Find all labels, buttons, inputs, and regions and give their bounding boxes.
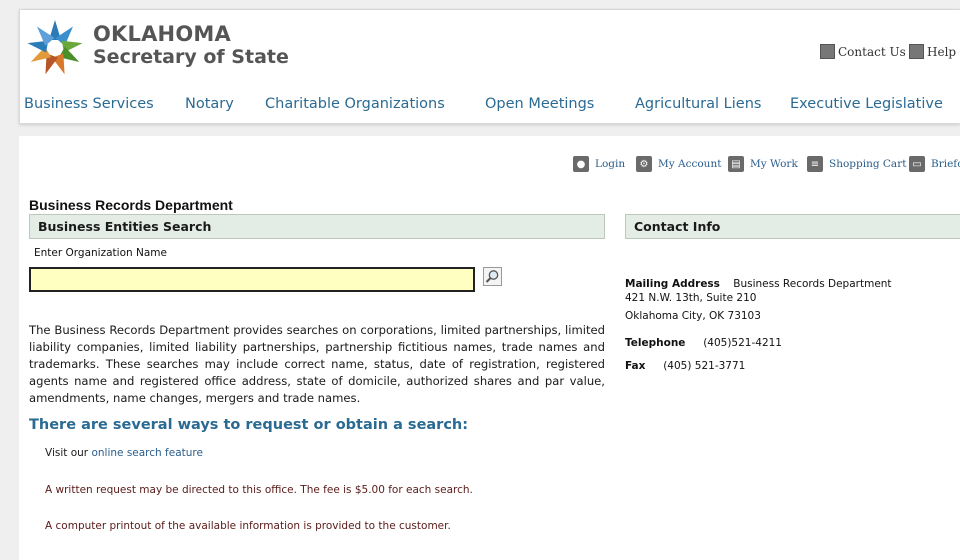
contact-us-label: Contact Us [838, 44, 906, 59]
nav-notary[interactable]: Notary [185, 96, 234, 112]
brand-title: OKLAHOMA [93, 22, 231, 46]
login-label: Login [595, 158, 626, 170]
mailing-address-line2: 421 N.W. 13th, Suite 210 [625, 292, 757, 304]
telephone-row: Telephone (405)521-4211 [625, 333, 782, 351]
telephone-label: Telephone [625, 337, 686, 349]
telephone-value: (405)521-4211 [703, 337, 782, 349]
nav-agricultural-liens[interactable]: Agricultural Liens [635, 96, 761, 112]
ways-heading: There are several ways to request or obt… [29, 417, 469, 433]
oklahoma-star-logo[interactable] [25, 18, 85, 78]
main-content: ● Login ⚙ My Account ▤ My Work ≡ Shoppin… [19, 136, 960, 560]
help-link[interactable]: Help [909, 44, 956, 59]
org-name-input[interactable] [29, 267, 475, 292]
mailing-address-label: Mailing Address [625, 278, 720, 290]
mailing-address-line1: Business Records Department [733, 278, 892, 290]
login-icon: ● [573, 156, 589, 172]
search-section-header: Business Entities Search [29, 214, 605, 239]
briefcase-link[interactable]: ▭ Briefca [909, 156, 960, 172]
cart-icon: ≡ [807, 156, 823, 172]
page-title: Business Records Department [29, 197, 233, 213]
nav-executive-legislative[interactable]: Executive Legislative [790, 96, 943, 112]
gear-icon: ⚙ [636, 156, 652, 172]
magnifier-icon [485, 270, 499, 283]
mailing-address-row: Mailing Address Business Records Departm… [625, 274, 892, 292]
way-computer-printout: A computer printout of the available inf… [45, 520, 451, 532]
nav-open-meetings[interactable]: Open Meetings [485, 96, 594, 112]
clipboard-icon: ▤ [728, 156, 744, 172]
briefcase-label: Briefca [931, 158, 960, 170]
fax-row: Fax (405) 521-3771 [625, 356, 745, 374]
contact-us-link[interactable]: Contact Us [820, 44, 906, 59]
my-account-label: My Account [658, 158, 722, 170]
shopping-cart-link[interactable]: ≡ Shopping Cart [807, 156, 906, 172]
online-search-link[interactable]: online search feature [91, 447, 203, 459]
search-button[interactable] [483, 267, 502, 286]
fax-value: (405) 521-3771 [663, 360, 746, 372]
site-header: OKLAHOMA Secretary of State Contact Us H… [19, 9, 960, 124]
department-description: The Business Records Department provides… [29, 323, 605, 405]
mailing-address-line3: Oklahoma City, OK 73103 [625, 310, 761, 322]
my-work-label: My Work [750, 158, 798, 170]
mail-icon [909, 44, 924, 59]
nav-business-services[interactable]: Business Services [24, 96, 154, 112]
fax-label: Fax [625, 360, 646, 372]
brand-subtitle: Secretary of State [93, 46, 289, 68]
way-online-search: Visit our online search feature [45, 447, 203, 459]
folder-icon: ▭ [909, 156, 925, 172]
my-work-link[interactable]: ▤ My Work [728, 156, 798, 172]
help-label: Help [927, 44, 957, 59]
shopping-cart-label: Shopping Cart [829, 158, 907, 170]
contact-section-header: Contact Info [625, 214, 960, 239]
login-link[interactable]: ● Login [573, 156, 625, 172]
org-name-label: Enter Organization Name [34, 247, 167, 259]
nav-charitable-organizations[interactable]: Charitable Organizations [265, 96, 445, 112]
way1-prefix: Visit our [45, 447, 89, 459]
contact-icon [820, 44, 835, 59]
my-account-link[interactable]: ⚙ My Account [636, 156, 721, 172]
main-nav: Business Services Notary Charitable Orga… [24, 96, 954, 116]
way-written-request: A written request may be directed to thi… [45, 484, 473, 496]
